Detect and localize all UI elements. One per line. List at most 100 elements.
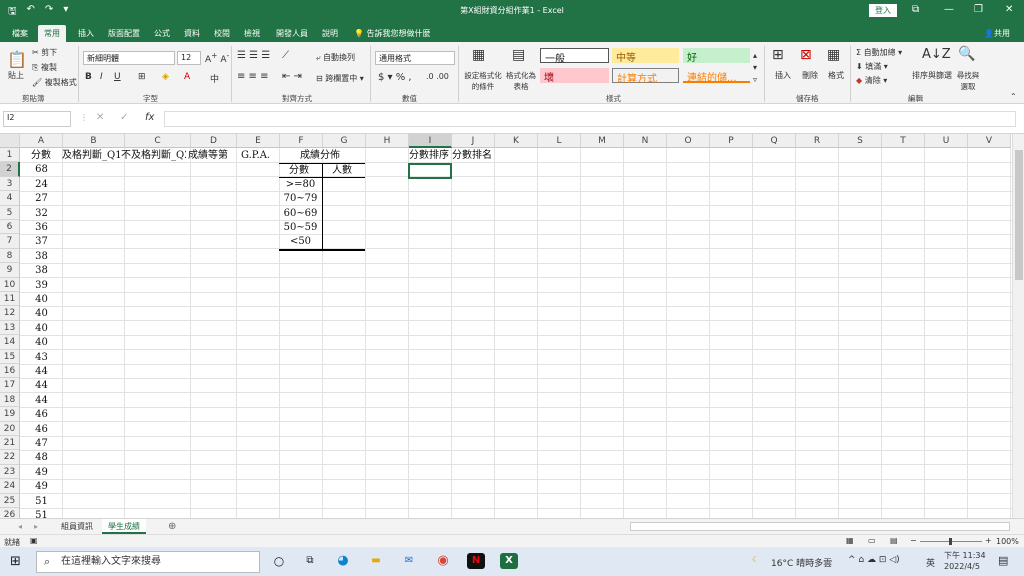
login-button[interactable]: 登入	[869, 4, 897, 17]
file-explorer-icon[interactable]: ▬	[367, 553, 385, 569]
select-all-corner[interactable]	[0, 134, 20, 148]
column-header-T[interactable]: T	[882, 134, 925, 148]
system-tray-icons[interactable]: ^ ⌂ ☁ ⊡ ◁)	[848, 555, 900, 565]
row-header-19[interactable]: 19	[0, 407, 20, 422]
style-calculation[interactable]: 計算方式	[612, 68, 679, 85]
currency-icon[interactable]: $ ▾ % ,	[378, 72, 412, 83]
cell-B1[interactable]: 及格判斷_Q1	[62, 149, 120, 163]
align-left-icon[interactable]: ≡ ≡ ≡	[237, 71, 269, 82]
vertical-scrollbar[interactable]	[1012, 134, 1024, 518]
row-header-2[interactable]: 2	[0, 162, 20, 177]
tab-developer[interactable]: 開發人員	[270, 25, 314, 42]
decimal-icon[interactable]: .0 .00	[426, 72, 449, 81]
row-header-18[interactable]: 18	[0, 392, 20, 408]
row-header-10[interactable]: 10	[0, 277, 20, 292]
row-header-8[interactable]: 8	[0, 248, 20, 264]
add-sheet-icon[interactable]: ⊕	[168, 521, 176, 532]
italic-icon[interactable]: I	[100, 72, 103, 82]
chrome-icon[interactable]: ◉	[434, 553, 452, 569]
cell-A1[interactable]: 分數	[31, 149, 51, 163]
name-box[interactable]: I2	[3, 111, 71, 127]
cell-F2[interactable]: 分數	[289, 164, 309, 178]
tell-me-search[interactable]: 💡 告訴我您想做什麼	[354, 28, 431, 39]
merge-center-button[interactable]: ⊟ 跨欄置中 ▾	[316, 73, 364, 84]
cell-F5[interactable]: 60~69	[279, 207, 322, 221]
taskbar-search-box[interactable]: ⌕ 在這裡輸入文字來搜尋	[36, 551, 260, 573]
cell-A11[interactable]: 40	[20, 293, 63, 307]
scroll-thumb[interactable]	[1015, 150, 1023, 280]
next-sheet-icon[interactable]: ▸	[34, 522, 38, 531]
style-linked-cell[interactable]: 連結的儲...	[683, 68, 750, 84]
cell-A14[interactable]: 40	[20, 336, 63, 350]
column-header-E[interactable]: E	[237, 134, 280, 148]
excel-icon[interactable]: X	[500, 553, 518, 569]
column-header-K[interactable]: K	[495, 134, 538, 148]
cell-A25[interactable]: 51	[20, 495, 63, 509]
cell-F6[interactable]: 50~59	[279, 221, 322, 235]
restore-icon[interactable]: ❐	[974, 4, 983, 15]
macro-record-icon[interactable]: ▣	[30, 536, 38, 545]
share-button[interactable]: 👤共用	[984, 28, 1010, 39]
page-layout-view-icon[interactable]: ▭	[868, 536, 876, 545]
find-select-icon[interactable]: 🔍	[958, 46, 975, 62]
cortana-icon[interactable]: ○	[270, 553, 288, 569]
format-cells-icon[interactable]: ▦	[827, 47, 840, 63]
paste-button[interactable]: 貼上	[8, 70, 24, 81]
cell-F4[interactable]: 70~79	[279, 192, 322, 206]
number-format-select[interactable]: 通用格式	[375, 51, 455, 65]
cell-F3[interactable]: >=80	[279, 178, 322, 192]
mail-icon[interactable]: ✉	[400, 553, 418, 569]
style-neutral[interactable]: 中等	[612, 48, 679, 64]
column-header-M[interactable]: M	[581, 134, 624, 148]
copy-button[interactable]: ⎘ 複製	[32, 62, 57, 73]
row-header-23[interactable]: 23	[0, 464, 20, 480]
cell-E1[interactable]: G.P.A.	[241, 149, 270, 163]
column-header-O[interactable]: O	[667, 134, 710, 148]
cell-A3[interactable]: 24	[20, 178, 63, 192]
tab-file[interactable]: 檔案	[6, 25, 34, 42]
row-header-25[interactable]: 25	[0, 493, 20, 508]
conditional-format-button[interactable]: 設定格式化的條件	[462, 70, 504, 92]
cell-A5[interactable]: 32	[20, 207, 63, 221]
row-header-1[interactable]: 1	[0, 148, 20, 163]
column-header-L[interactable]: L	[538, 134, 581, 148]
column-header-A[interactable]: A	[20, 134, 63, 148]
enter-icon[interactable]: ✓	[120, 112, 128, 123]
insert-cells-icon[interactable]: ⊞	[772, 47, 784, 63]
bold-icon[interactable]: B	[85, 72, 92, 82]
style-bad[interactable]: 壞	[540, 68, 609, 84]
zoom-slider-thumb[interactable]	[949, 538, 952, 545]
row-header-7[interactable]: 7	[0, 234, 20, 249]
row-header-26[interactable]: 26	[0, 508, 20, 518]
paste-icon[interactable]: 📋	[7, 50, 27, 69]
tab-formulas[interactable]: 公式	[148, 25, 176, 42]
formula-input[interactable]	[164, 111, 1016, 127]
indent-icon[interactable]: ⇤ ⇥	[282, 71, 302, 82]
cell-A10[interactable]: 39	[20, 279, 63, 293]
cell-A15[interactable]: 43	[20, 351, 63, 365]
cell-C1[interactable]: 不及格判斷_Q2	[121, 149, 186, 163]
column-header-C[interactable]: C	[125, 134, 191, 148]
cell-A13[interactable]: 40	[20, 322, 63, 336]
cell-A19[interactable]: 46	[20, 408, 63, 422]
row-header-9[interactable]: 9	[0, 263, 20, 278]
netflix-icon[interactable]: N	[467, 553, 485, 569]
row-header-21[interactable]: 21	[0, 436, 20, 451]
horizontal-scrollbar[interactable]	[630, 522, 1010, 531]
sort-filter-button[interactable]: 排序與篩選	[912, 70, 952, 81]
column-header-U[interactable]: U	[925, 134, 968, 148]
page-break-view-icon[interactable]: ▤	[890, 536, 898, 545]
active-cell-I2[interactable]	[408, 163, 452, 179]
prev-sheet-icon[interactable]: ◂	[18, 522, 22, 531]
cell-A21[interactable]: 47	[20, 437, 63, 451]
row-header-16[interactable]: 16	[0, 364, 20, 379]
border-icon[interactable]: ⊞	[138, 72, 146, 82]
row-header-12[interactable]: 12	[0, 306, 20, 321]
row-header-13[interactable]: 13	[0, 320, 20, 336]
column-header-N[interactable]: N	[624, 134, 667, 148]
find-select-button[interactable]: 尋找與選取	[955, 70, 981, 92]
cell-A7[interactable]: 37	[20, 235, 63, 249]
format-painter-button[interactable]: 🖌 複製格式	[32, 77, 77, 88]
font-name-select[interactable]: 新細明體	[83, 51, 175, 65]
font-size-select[interactable]: 12	[177, 51, 201, 65]
